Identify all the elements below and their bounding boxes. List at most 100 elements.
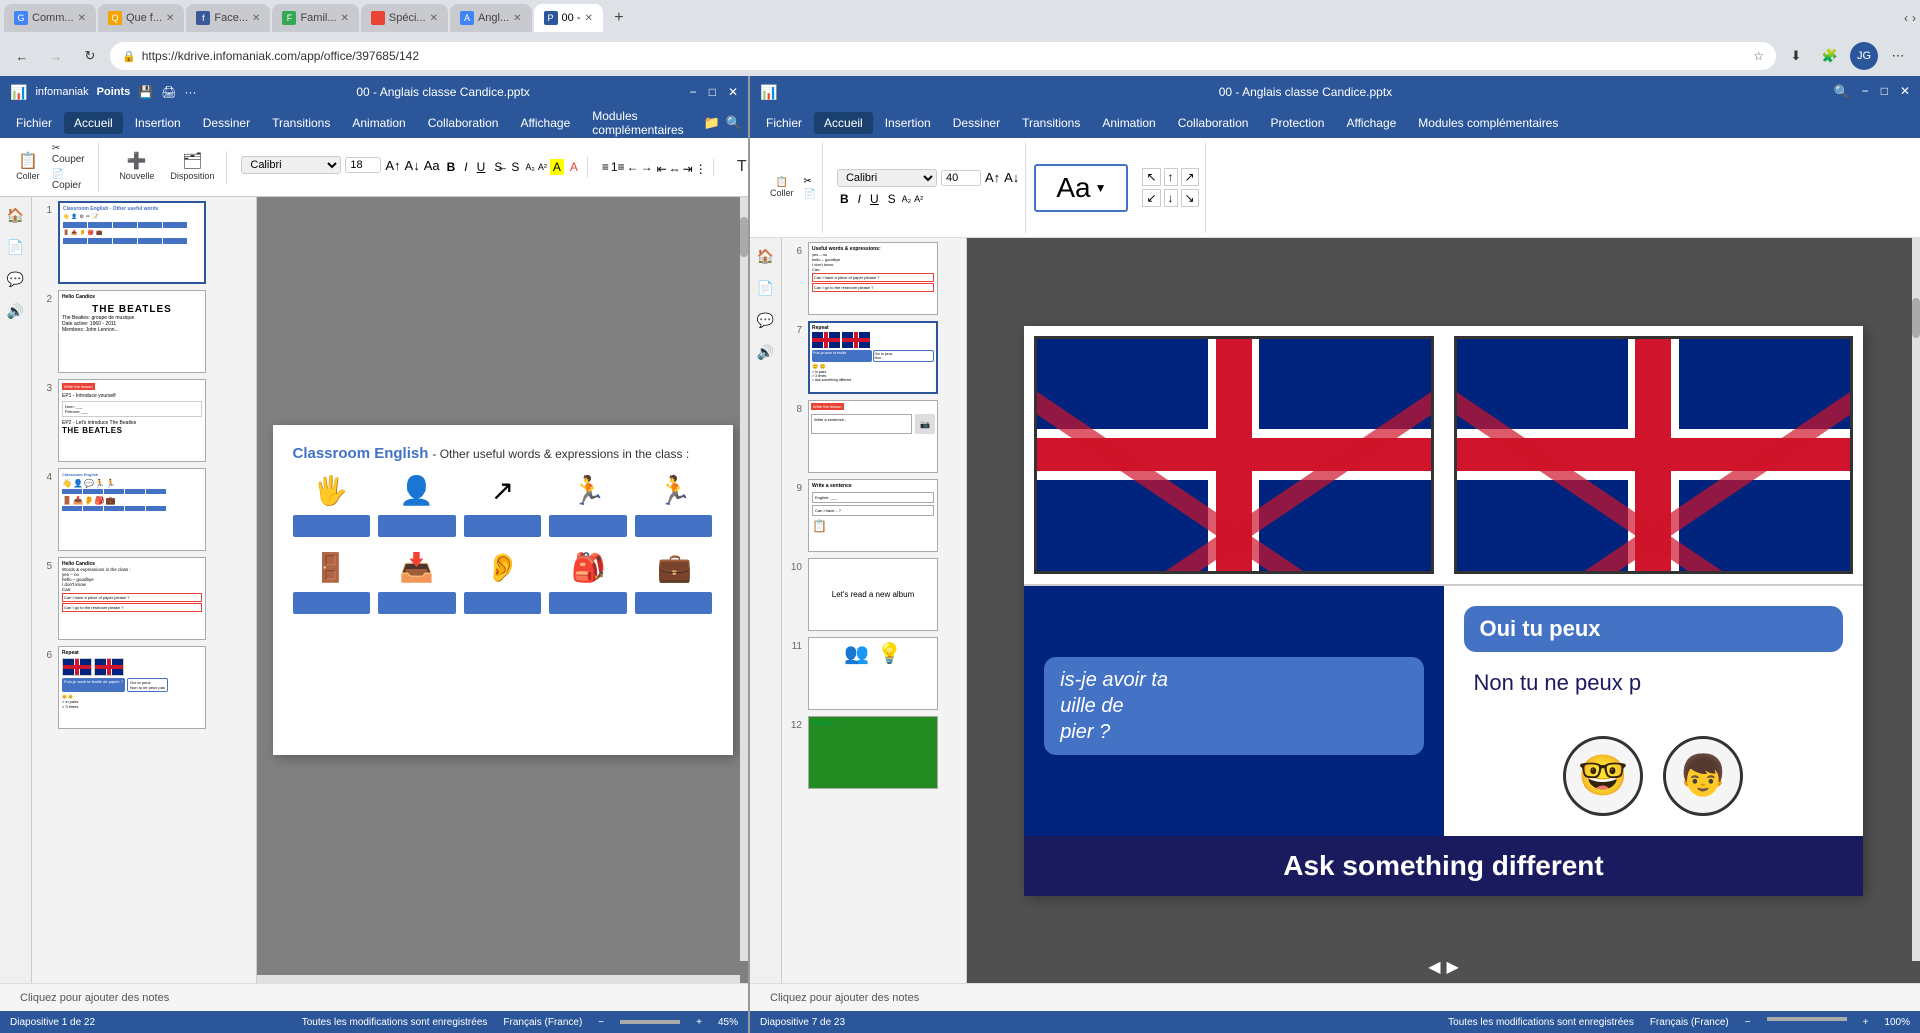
right-menu-transitions[interactable]: Transitions bbox=[1012, 112, 1090, 134]
right-main-canvas[interactable]: is-je avoir ta uille de pier ? Oui tu pe… bbox=[967, 238, 1920, 983]
right-paste-btn[interactable]: 📋Coller bbox=[764, 174, 800, 201]
slide-thumb-2[interactable]: 2 Hello Candice THE BEATLES The Beatles:… bbox=[36, 290, 252, 373]
back-button[interactable]: ← bbox=[8, 42, 36, 70]
right-align-bl[interactable]: ↙ bbox=[1142, 189, 1160, 207]
right-close-btn[interactable]: ✕ bbox=[1900, 84, 1910, 100]
menu-modules[interactable]: Modules complémentaires bbox=[582, 105, 701, 141]
font-color-btn[interactable]: A bbox=[567, 159, 581, 175]
right-menu-affichage[interactable]: Affichage bbox=[1336, 112, 1406, 134]
strikethrough-btn[interactable]: S̶ bbox=[491, 159, 505, 175]
right-copy-btn[interactable]: 📄 bbox=[804, 189, 816, 200]
left-scroll-v[interactable] bbox=[740, 197, 748, 961]
menu-accueil[interactable]: Accueil bbox=[64, 112, 123, 134]
right-decrease-font-btn[interactable]: A↓ bbox=[1004, 170, 1019, 185]
left-notes-bar[interactable]: Cliquez pour ajouter des notes bbox=[0, 983, 748, 1011]
search-icon[interactable]: 🔍 bbox=[726, 115, 742, 131]
left-zoom-in-btn[interactable]: + bbox=[696, 1017, 702, 1028]
bullet-btn[interactable]: ≡ bbox=[602, 160, 609, 174]
right-style-preview[interactable]: Aa ▼ bbox=[1034, 164, 1128, 212]
slide-thumb-1[interactable]: 1 Classroom English - Other useful words… bbox=[36, 201, 252, 284]
left-close-btn[interactable]: ✕ bbox=[728, 85, 738, 99]
tab-family[interactable]: F Famil... ✕ bbox=[272, 4, 358, 32]
shadow-btn[interactable]: S bbox=[508, 159, 522, 175]
slide-img-4[interactable]: Classroom English 👋 👤 💬 🏃 🏃 bbox=[58, 468, 206, 551]
tab-scroll-right[interactable]: › bbox=[1912, 11, 1916, 25]
indent-btn[interactable]: → bbox=[641, 160, 653, 174]
right-slide-thumb-6[interactable]: 6 Useful words & expressions: yes – nohe… bbox=[786, 242, 962, 315]
right-menu-collab[interactable]: Collaboration bbox=[1168, 112, 1259, 134]
slide-img-6[interactable]: Repeat bbox=[58, 646, 206, 729]
tab-close-00[interactable]: ✕ bbox=[585, 13, 593, 24]
menu-dessiner[interactable]: Dessiner bbox=[193, 112, 260, 134]
tab-close-family[interactable]: ✕ bbox=[341, 13, 349, 24]
right-slide-thumb-10[interactable]: 10 Let's read a new album bbox=[786, 558, 962, 631]
sup-btn[interactable]: A² bbox=[538, 162, 547, 172]
font-case-btn[interactable]: Aa bbox=[424, 158, 440, 173]
right-sub-btn[interactable]: A₂ bbox=[902, 194, 912, 204]
cut-btn[interactable]: ✂ Couper bbox=[48, 142, 92, 166]
column-btn[interactable]: ⋮ bbox=[695, 162, 707, 176]
right-align-br[interactable]: ↘ bbox=[1181, 189, 1199, 207]
right-next-slide-btn[interactable]: ▶ bbox=[1447, 957, 1459, 977]
slide-thumb-3[interactable]: 3 Write the lesson EP1 - Introduce yours… bbox=[36, 379, 252, 462]
bookmark-icon[interactable]: ☆ bbox=[1753, 49, 1764, 63]
tab-00[interactable]: P 00 - ✕ bbox=[534, 4, 603, 32]
right-sidebar-slides-icon[interactable]: 📄 bbox=[752, 274, 780, 302]
outdent-btn[interactable]: ← bbox=[627, 160, 639, 174]
slide-thumb-4[interactable]: 4 Classroom English 👋 👤 💬 🏃 bbox=[36, 468, 252, 551]
align-right-btn[interactable]: ⇥ bbox=[683, 162, 693, 176]
menu-affichage[interactable]: Affichage bbox=[510, 112, 580, 134]
right-search-icon[interactable]: 🔍 bbox=[1833, 84, 1849, 100]
reload-button[interactable]: ↻ bbox=[76, 42, 104, 70]
right-slide-thumb-11[interactable]: 11 👥 💡 bbox=[786, 637, 962, 710]
right-underline-btn[interactable]: U bbox=[867, 191, 882, 207]
right-align-tl[interactable]: ↖ bbox=[1142, 168, 1160, 186]
right-menu-insertion[interactable]: Insertion bbox=[875, 112, 941, 134]
left-scroll-thumb[interactable] bbox=[740, 217, 748, 257]
decrease-font-btn[interactable]: A↓ bbox=[405, 158, 420, 173]
menu-transitions[interactable]: Transitions bbox=[262, 112, 340, 134]
sub-btn[interactable]: A₂ bbox=[525, 162, 535, 172]
right-slide-img-10[interactable]: Let's read a new album bbox=[808, 558, 938, 631]
right-slide-img-8[interactable]: Write the lesson Write a sentence... 📷 bbox=[808, 400, 938, 473]
sidebar-slides-icon[interactable]: 📄 bbox=[2, 233, 30, 261]
right-menu-accueil[interactable]: Accueil bbox=[814, 112, 873, 134]
right-align-tr[interactable]: ↗ bbox=[1181, 168, 1199, 186]
italic-btn[interactable]: I bbox=[461, 159, 470, 175]
left-maximize-btn[interactable]: □ bbox=[709, 85, 716, 99]
forward-button[interactable]: → bbox=[42, 42, 70, 70]
font-size-input[interactable] bbox=[345, 157, 381, 173]
right-sup-btn[interactable]: A² bbox=[914, 194, 923, 204]
new-tab-button[interactable]: + bbox=[605, 4, 633, 32]
tab-angl[interactable]: A Angl... ✕ bbox=[450, 4, 532, 32]
align-left-btn[interactable]: ⇤ bbox=[657, 162, 667, 176]
sidebar-home-icon[interactable]: 🏠 bbox=[2, 201, 30, 229]
layout-btn[interactable]: 🗂Disposition bbox=[164, 151, 220, 184]
left-zoom-slider[interactable] bbox=[620, 1020, 680, 1024]
right-align-bc[interactable]: ↓ bbox=[1164, 189, 1178, 207]
right-slide-thumb-7[interactable]: 7 Repeat bbox=[786, 321, 962, 394]
sidebar-speaker-icon[interactable]: 🔊 bbox=[2, 297, 30, 325]
right-slide-thumb-12[interactable]: 12 🌲🌲🌲 bbox=[786, 716, 962, 789]
tab-close-comm[interactable]: ✕ bbox=[78, 13, 86, 24]
copy-btn[interactable]: 📄 Copier bbox=[48, 168, 92, 192]
right-sidebar-comments-icon[interactable]: 💬 bbox=[752, 306, 780, 334]
right-menu-animation[interactable]: Animation bbox=[1092, 112, 1165, 134]
right-notes-bar[interactable]: Cliquez pour ajouter des notes bbox=[750, 983, 1920, 1011]
tab-que[interactable]: Q Que f... ✕ bbox=[98, 4, 184, 32]
left-print-icon[interactable]: 🖨 bbox=[161, 85, 176, 99]
right-font-size-input[interactable] bbox=[941, 170, 981, 186]
download-button[interactable]: ⬇ bbox=[1782, 42, 1810, 70]
new-slide-btn[interactable]: ➕Nouvelle bbox=[113, 151, 160, 184]
bold-btn[interactable]: B bbox=[444, 159, 459, 175]
address-bar[interactable]: 🔒 https://kdrive.infomaniak.com/app/offi… bbox=[110, 42, 1776, 70]
underline-btn[interactable]: U bbox=[474, 159, 489, 175]
slide-img-1[interactable]: Classroom English - Other useful words 👋… bbox=[58, 201, 206, 284]
menu-collab[interactable]: Collaboration bbox=[418, 112, 509, 134]
right-bold-btn[interactable]: B bbox=[837, 191, 852, 207]
menu-fichier[interactable]: Fichier bbox=[6, 112, 62, 134]
right-shadow-btn[interactable]: S bbox=[885, 191, 899, 207]
right-style-dropdown[interactable]: ▼ bbox=[1095, 181, 1107, 195]
main-slide-box[interactable]: Classroom English - Other useful words &… bbox=[273, 425, 733, 755]
right-maximize-btn[interactable]: □ bbox=[1881, 84, 1888, 100]
